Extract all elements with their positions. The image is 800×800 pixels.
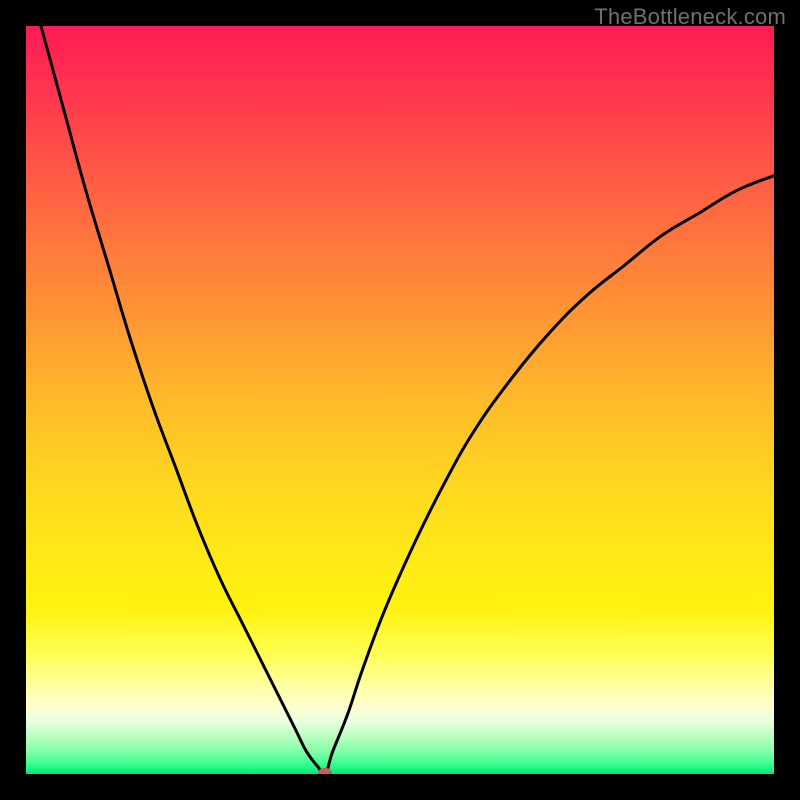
bottleneck-curve (26, 26, 774, 774)
plot-area (26, 26, 774, 774)
minimum-marker (318, 768, 332, 774)
watermark-text: TheBottleneck.com (594, 4, 786, 30)
chart-frame: TheBottleneck.com (0, 0, 800, 800)
